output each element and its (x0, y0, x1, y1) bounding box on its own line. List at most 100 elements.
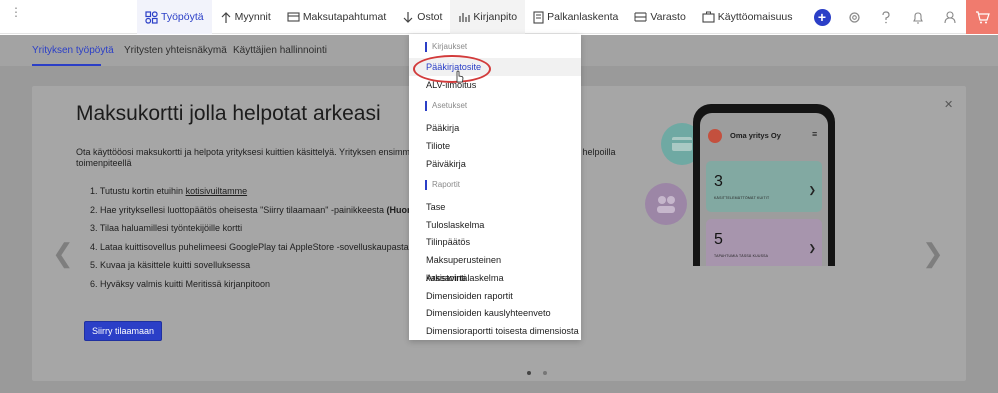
chevron-right-icon: ❯ (808, 185, 816, 195)
active-tab-indicator (32, 64, 101, 66)
arrow-down-icon (403, 11, 413, 23)
section-label: Kirjaukset (432, 42, 468, 51)
phone-tile-receipts: 3 KÄSITTELEMÄTTÖMÄT KUITIT ❯ (706, 161, 822, 212)
nav-label: Käyttöomaisuus (717, 11, 793, 23)
step-text: 5. Kuvaa ja käsittele kuitti sovellukses… (90, 260, 251, 270)
nav-item-ostot[interactable]: Ostot (394, 0, 450, 34)
tab-yrityksen-tyopoyta[interactable]: Yrityksen työpöytä (32, 45, 114, 56)
section-label: Asetukset (432, 101, 468, 110)
carousel-dot-active[interactable] (527, 371, 531, 375)
tile-number: 3 (714, 173, 723, 190)
hand-cursor-icon (456, 70, 464, 83)
logo (20, 9, 120, 25)
top-navigation-bar: ⋮ Työpöytä Myynnit Maksutapahtumat Ostot… (0, 0, 998, 34)
menu-item-dimensioraportti[interactable]: Dimensioraportti toisesta dimensiosta (409, 322, 581, 340)
nav-item-varasto[interactable]: Varasto (626, 0, 693, 34)
app-logo (708, 129, 722, 143)
notifications-button[interactable] (902, 0, 934, 34)
user-button[interactable] (934, 0, 966, 34)
tile-label: TAPAHTUMIA TÄSSÄ KUUSSA (714, 254, 769, 258)
nav-item-palkanlaskenta[interactable]: Palkanlaskenta (525, 0, 626, 34)
people-icon (657, 196, 675, 213)
section-kirjaukset: Kirjaukset (409, 38, 581, 56)
chevron-right-icon: ❯ (808, 243, 816, 253)
menu-item-tase[interactable]: Tase (409, 198, 581, 216)
step-item: 1. Tutustu kortin etuihin kotisivuiltamm… (90, 186, 447, 205)
close-icon[interactable]: ✕ (944, 98, 953, 111)
step-text: 2. Hae yrityksellesi luottopäätös oheise… (90, 204, 387, 215)
section-label: Raportit (432, 180, 461, 189)
settings-button[interactable] (838, 0, 870, 34)
order-button[interactable]: Siirry tilaamaan (84, 321, 162, 341)
carousel-next-icon[interactable]: ❯ (922, 238, 944, 269)
main-nav: Työpöytä Myynnit Maksutapahtumat Ostot K… (137, 0, 801, 34)
home-page-link[interactable]: kotisivuiltamme (186, 186, 248, 196)
phone-header: Oma yritys Oy ≡ (700, 123, 828, 153)
menu-item-tilinpaatos[interactable]: Tilinpäätös (409, 233, 581, 251)
tab-yritysten-yhteisnakyma[interactable]: Yritysten yhteisnäkymä (124, 45, 227, 56)
nav-label: Varasto (650, 11, 686, 23)
briefcase-icon (702, 11, 715, 23)
document-icon (533, 10, 544, 24)
nav-item-kayttoomaisuus[interactable]: Käyttöomaisuus (694, 0, 801, 34)
step-item: 6. Hyväksy valmis kuitti Meritissä kirja… (90, 279, 447, 298)
steps-list: 1. Tutustu kortin etuihin kotisivuiltamm… (90, 186, 447, 297)
phone-company: Oma yritys Oy (730, 131, 781, 140)
card-icon (287, 12, 300, 22)
step-item: 4. Lataa kuittisovellus puhelimeesi Goog… (90, 242, 447, 261)
cart-icon (975, 10, 990, 23)
menu-item-tiliote[interactable]: Tiliote (409, 137, 581, 155)
nav-label: Maksutapahtumat (302, 11, 387, 23)
promo-text-line2: toimenpiteellä (76, 158, 132, 168)
promo-text-left: Ota käyttööosi maksukortti ja helpota yr… (76, 147, 444, 157)
section-bar (425, 42, 427, 52)
bell-icon (913, 11, 923, 23)
step-item: 5. Kuvaa ja käsittele kuitti sovellukses… (90, 260, 447, 279)
help-button[interactable] (870, 0, 902, 34)
tab-kayttajien-hallinnointi[interactable]: Käyttäjien hallinnointi (233, 45, 327, 56)
menu-item-paivakirja[interactable]: Päiväkirja (409, 155, 581, 173)
top-icons: + (806, 0, 998, 34)
cart-button[interactable] (966, 0, 998, 34)
nav-item-tyopoyta[interactable]: Työpöytä (137, 0, 212, 34)
menu-item-paakirja[interactable]: Pääkirja (409, 119, 581, 137)
menu-icon: ≡ (812, 129, 818, 139)
help-icon (882, 10, 890, 23)
add-icon: + (813, 8, 831, 26)
people-illustration (645, 183, 687, 225)
nav-item-maksutapahtumat[interactable]: Maksutapahtumat (279, 0, 394, 34)
menu-item-dimensioiden-kausiyhteenveto[interactable]: Dimensioiden kauslyhteenveto (409, 304, 581, 322)
step-text: 4. Lataa kuittisovellus puhelimeesi Goog… (90, 241, 409, 252)
nav-item-kirjanpito[interactable]: Kirjanpito (450, 0, 526, 34)
section-asetukset: Asetukset (409, 97, 581, 115)
arrow-up-icon (221, 11, 231, 23)
user-icon (944, 10, 956, 23)
menu-item-dimensioiden-raportit[interactable]: Dimensioiden raportit (409, 287, 581, 305)
menu-item-arkistointi[interactable]: Arkistointi (409, 269, 581, 287)
phone-screen: Oma yritys Oy ≡ 3 KÄSITTELEMÄTTÖMÄT KUIT… (700, 113, 828, 266)
section-bar (425, 180, 427, 190)
promo-title: Maksukortti jolla helpotat arkeasi (76, 102, 381, 125)
section-bar (425, 101, 427, 111)
nav-label: Myynnit (234, 11, 271, 23)
menu-item-kassavirtalaskelma[interactable]: Maksuperusteinen kassavirtalaskelma (409, 251, 581, 283)
carousel-dot[interactable] (543, 371, 547, 375)
tile-number: 5 (714, 231, 723, 248)
nav-label: Ostot (417, 11, 443, 23)
step-text: 6. Hyväksy valmis kuitti Meritissä kirja… (90, 278, 271, 289)
nav-label: Työpöytä (161, 11, 204, 23)
nav-label: Kirjanpito (473, 11, 518, 23)
dashboard-icon (145, 10, 158, 24)
kebab-menu-icon[interactable]: ⋮ (10, 6, 22, 18)
menu-item-tuloslaskelma[interactable]: Tuloslaskelma (409, 216, 581, 234)
section-raportit: Raportit (409, 176, 581, 194)
tile-label: KÄSITTELEMÄTTÖMÄT KUITIT (714, 196, 770, 200)
step-item: 2. Hae yrityksellesi luottopäätös oheise… (90, 205, 447, 224)
warehouse-icon (634, 12, 647, 22)
step-text: 1. Tutustu kortin etuihin (90, 186, 186, 196)
carousel-prev-icon[interactable]: ❮ (52, 238, 74, 269)
nav-item-myynnit[interactable]: Myynnit (212, 0, 279, 34)
nav-label: Palkanlaskenta (547, 11, 619, 23)
highlight-ring (413, 55, 491, 83)
add-button[interactable]: + (806, 0, 838, 34)
